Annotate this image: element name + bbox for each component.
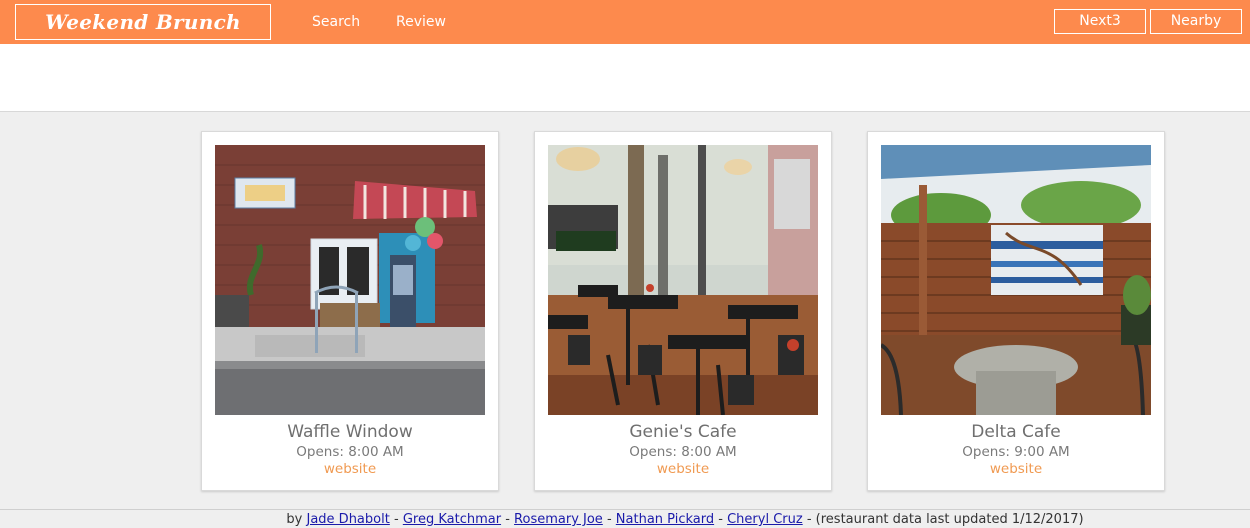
website-link[interactable]: website	[202, 461, 498, 477]
nav-link-review[interactable]: Review	[396, 0, 446, 44]
restaurant-name: Delta Cafe	[971, 422, 1061, 442]
opening-time: Opens: 8:00 AM	[629, 444, 737, 460]
website-link[interactable]: website	[868, 461, 1164, 477]
author-link[interactable]: Rosemary Joe	[514, 512, 603, 527]
nav-link-search[interactable]: Search	[312, 0, 360, 44]
separator: -	[393, 512, 399, 527]
separator: -	[505, 512, 510, 527]
nearby-button[interactable]: Nearby	[1150, 9, 1242, 34]
separator: -	[718, 512, 723, 527]
navbar: Weekend Brunch Finder Search Review Next…	[0, 0, 1250, 68]
footer-by: by	[286, 512, 303, 527]
author-link[interactable]: Jade Dhabolt	[307, 512, 390, 527]
header-band	[0, 44, 1250, 112]
separator: -	[606, 512, 612, 527]
restaurant-photo	[548, 145, 818, 415]
footer-credits: by Jade Dhabolt - Greg Katchmar - Rosema…	[0, 509, 1250, 528]
restaurant-name: Waffle Window	[287, 422, 413, 442]
next3-button[interactable]: Next3	[1054, 9, 1146, 34]
restaurant-card: Waffle Window Opens: 8:00 AM website	[201, 131, 499, 491]
website-link[interactable]: website	[535, 461, 831, 477]
restaurant-card: Genie's Cafe Opens: 8:00 AM website	[534, 131, 832, 491]
author-link[interactable]: Cheryl Cruz	[727, 512, 803, 527]
restaurant-card: Delta Cafe Opens: 9:00 AM website	[867, 131, 1165, 491]
author-link[interactable]: Nathan Pickard	[616, 512, 714, 527]
opening-time: Opens: 9:00 AM	[962, 444, 1070, 460]
data-updated-note: (restaurant data last updated 1/12/2017)	[815, 512, 1084, 527]
restaurant-photo	[215, 145, 485, 415]
separator: -	[806, 512, 812, 527]
restaurant-name: Genie's Cafe	[629, 422, 737, 442]
brand-logo[interactable]: Weekend Brunch Finder	[15, 4, 271, 68]
author-link[interactable]: Greg Katchmar	[403, 512, 501, 527]
restaurant-photo	[881, 145, 1151, 415]
opening-time: Opens: 8:00 AM	[296, 444, 404, 460]
